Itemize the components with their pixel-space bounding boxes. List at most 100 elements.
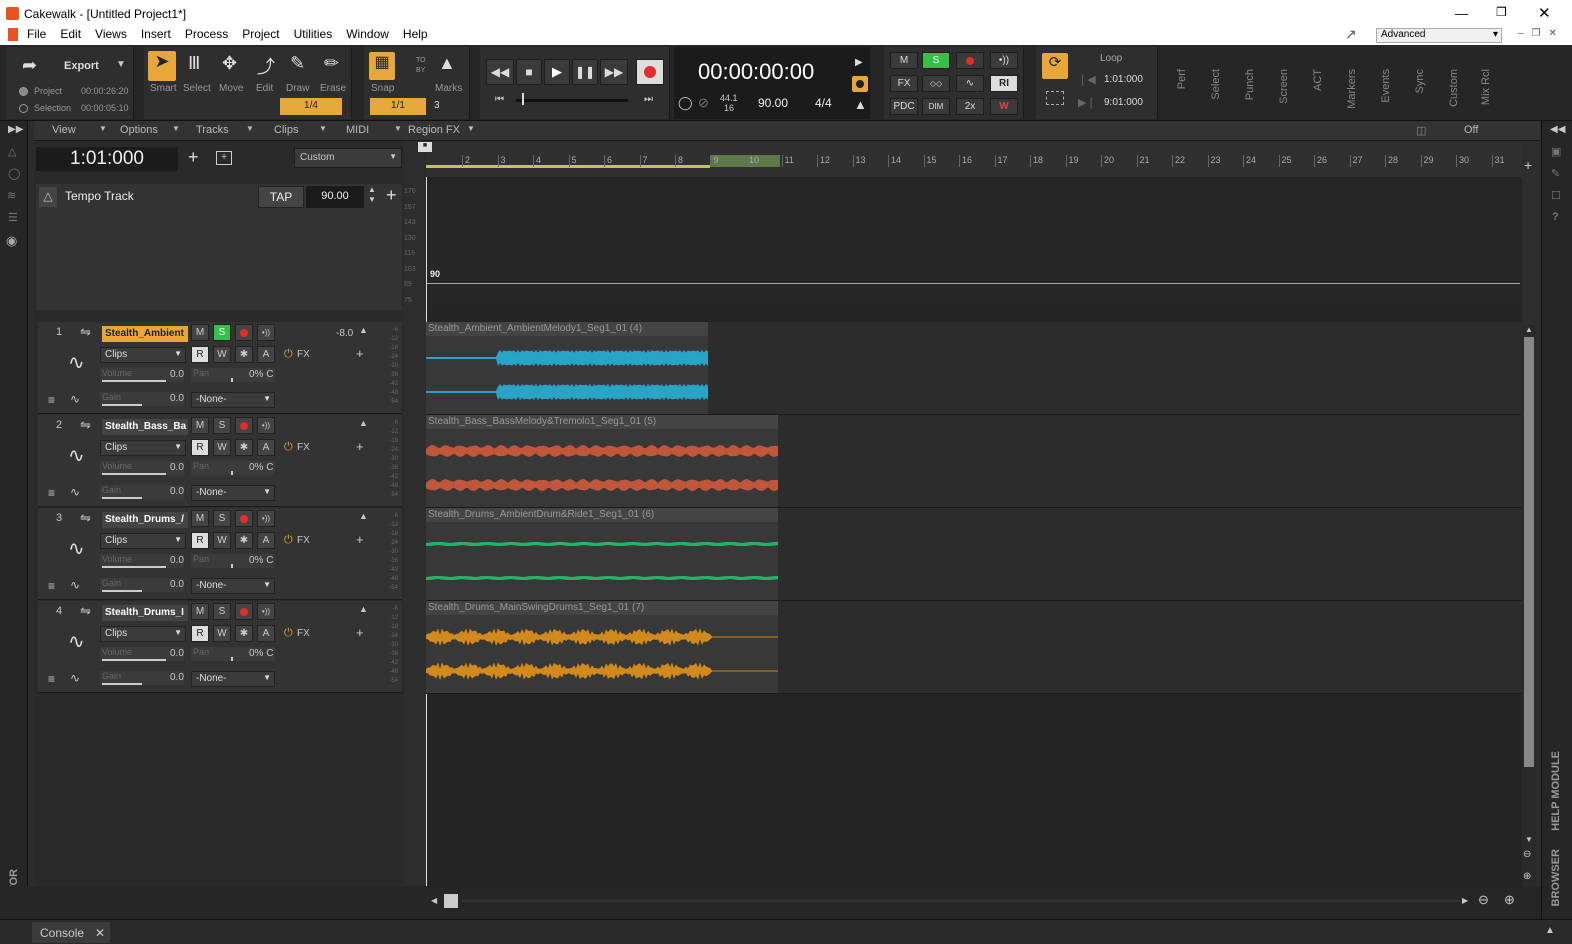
add-fx-icon[interactable]: + bbox=[356, 532, 364, 547]
freeze-icon[interactable]: ✱ bbox=[235, 532, 253, 549]
pan-thumb[interactable] bbox=[231, 471, 233, 475]
snap-grid-icon[interactable]: ▦ bbox=[369, 52, 395, 80]
edit-tool-icon[interactable]: ⤴ bbox=[257, 53, 275, 79]
freeze-icon[interactable]: ✱ bbox=[235, 439, 253, 456]
automation-lane-icon[interactable]: ∿ bbox=[70, 392, 80, 406]
list-icon[interactable]: ☰ bbox=[8, 211, 18, 224]
menu-views[interactable]: Views bbox=[95, 27, 127, 41]
midi-menu[interactable]: MIDI bbox=[346, 124, 369, 136]
record-arm-button[interactable] bbox=[235, 324, 253, 341]
workspace-preset-select[interactable]: Custom ▼ bbox=[294, 148, 402, 168]
add-fx-icon[interactable]: + bbox=[356, 439, 364, 454]
input-echo-icon[interactable]: •)) bbox=[257, 324, 275, 341]
vertical-scroll-thumb[interactable] bbox=[1524, 337, 1534, 767]
module-events[interactable]: Events bbox=[1380, 69, 1392, 103]
track-view-icon[interactable]: △ bbox=[8, 145, 16, 158]
track-settings-icon[interactable]: ⇋ bbox=[80, 510, 91, 526]
freeze-icon[interactable]: ✱ bbox=[235, 346, 253, 363]
track-name[interactable]: Stealth_Bass_Ba bbox=[102, 419, 188, 435]
module-markers[interactable]: Markers bbox=[1346, 69, 1358, 109]
collapse-track-icon[interactable]: ▲ bbox=[359, 325, 368, 335]
erase-tool-icon[interactable]: ✏ bbox=[324, 53, 339, 74]
track-options-icon[interactable]: ≡ bbox=[48, 393, 55, 407]
track-header[interactable]: 3 ⇋ Stealth_Drums_/M S •)) ▲ ∿ Clips ▼ R W ✱ A ⏻ FX + Vo… bbox=[38, 508, 402, 600]
zoom-in-vertical-icon[interactable]: ⊕ bbox=[1523, 871, 1531, 882]
fx-label[interactable]: FX bbox=[297, 535, 310, 546]
meter-display[interactable]: 4/4 bbox=[815, 96, 832, 110]
output-select[interactable]: -None- ▼ bbox=[191, 485, 275, 501]
go-to-start-icon[interactable]: ⏮ bbox=[495, 94, 504, 105]
module-act[interactable]: ACT bbox=[1312, 69, 1324, 91]
archive-button[interactable]: A bbox=[257, 439, 275, 456]
now-time-display[interactable]: 1:01:000 bbox=[36, 147, 178, 171]
link-icon[interactable]: ◇◇ bbox=[922, 75, 950, 92]
track-lane[interactable]: Stealth_Drums_AmbientDrum&Ride1_Seg1_01 … bbox=[426, 508, 1522, 601]
track-header[interactable]: 1 ⇋ Stealth_Ambient M S •)) -8.0 ▲ ∿ Clips ▼ R W ✱ A ⏻ F… bbox=[38, 322, 402, 414]
clips-select[interactable]: Clips ▼ bbox=[100, 347, 186, 363]
clips-select[interactable]: Clips ▼ bbox=[100, 440, 186, 456]
knob-icon[interactable]: ◉ bbox=[6, 233, 17, 249]
module-mix-recall[interactable]: Mix Rcl bbox=[1480, 69, 1492, 105]
output-select[interactable]: -None- ▼ bbox=[191, 671, 275, 687]
solo-button[interactable]: S bbox=[213, 324, 231, 341]
module-screen[interactable]: Screen bbox=[1278, 69, 1290, 104]
tempo-display[interactable]: 90.00 bbox=[758, 96, 788, 110]
track-name[interactable]: Stealth_Ambient bbox=[102, 326, 188, 342]
tap-tempo-button[interactable]: TAP bbox=[258, 186, 304, 208]
tempo-line[interactable] bbox=[426, 283, 1520, 284]
scroll-down-icon[interactable]: ▼ bbox=[1525, 835, 1533, 844]
mute-button[interactable]: M bbox=[191, 417, 209, 434]
menu-window[interactable]: Window bbox=[346, 27, 389, 41]
pan-thumb[interactable] bbox=[231, 564, 233, 568]
fx-bypass-button[interactable]: FX bbox=[890, 75, 918, 92]
plugin-browser-icon[interactable]: ✎ bbox=[1551, 167, 1560, 180]
scroll-left-icon[interactable]: ◀ bbox=[431, 896, 437, 905]
time-display[interactable]: 00:00:00:00 bbox=[698, 59, 814, 85]
module-punch[interactable]: Punch bbox=[1244, 69, 1256, 100]
play-marker-icon[interactable]: ▶ bbox=[855, 57, 863, 68]
clips-select[interactable]: Clips ▼ bbox=[100, 533, 186, 549]
position-thumb[interactable] bbox=[522, 93, 524, 105]
browser-tab[interactable]: BROWSER bbox=[1550, 849, 1562, 906]
track-options-icon[interactable]: ≡ bbox=[48, 486, 55, 500]
menu-edit[interactable]: Edit bbox=[60, 27, 81, 41]
track-options-icon[interactable]: ≡ bbox=[48, 672, 55, 686]
position-slider[interactable] bbox=[516, 99, 628, 102]
marks-icon[interactable]: ▲ bbox=[438, 53, 456, 74]
volume-thumb[interactable] bbox=[102, 659, 166, 661]
output-select[interactable]: -None- ▼ bbox=[191, 578, 275, 594]
menu-file[interactable]: File bbox=[27, 27, 46, 41]
track-name[interactable]: Stealth_Drums_/ bbox=[102, 512, 188, 528]
view-menu[interactable]: View bbox=[52, 124, 76, 136]
gain-thumb[interactable] bbox=[102, 683, 142, 685]
eq-icon[interactable]: ≋ bbox=[7, 189, 16, 202]
automation-lane-icon[interactable]: ∿ bbox=[70, 578, 80, 592]
close-icon[interactable]: ✕ bbox=[1538, 4, 1551, 22]
pan-thumb[interactable] bbox=[231, 657, 233, 661]
loop-audio-icon[interactable]: ◯ bbox=[678, 95, 693, 111]
close-icon[interactable]: ✕ bbox=[95, 926, 105, 940]
add-fx-icon[interactable]: + bbox=[356, 625, 364, 640]
read-automation-button[interactable]: R bbox=[191, 625, 209, 642]
write-automation-button[interactable]: W bbox=[213, 532, 231, 549]
ri-button[interactable]: RI bbox=[990, 75, 1018, 92]
select-tool-icon[interactable]: Ⅲ bbox=[188, 53, 200, 74]
snap-off-label[interactable]: Off bbox=[1464, 124, 1478, 136]
scroll-right-icon[interactable]: ▶ bbox=[1462, 896, 1468, 905]
fx-power-icon[interactable]: ⏻ bbox=[284, 627, 293, 640]
add-tempo-icon[interactable]: + bbox=[386, 185, 397, 206]
arm-all-button[interactable] bbox=[956, 52, 984, 69]
add-folder-icon[interactable]: + bbox=[216, 151, 232, 165]
vertical-scrollbar[interactable]: ▲ ▼ ⊖ ⊕ bbox=[1522, 325, 1536, 886]
audio-clip[interactable]: Stealth_Ambient_AmbientMelody1_Seg1_01 (… bbox=[426, 322, 708, 414]
minimize-icon[interactable]: — bbox=[1455, 6, 1468, 21]
audio-clip[interactable]: Stealth_Drums_MainSwingDrums1_Seg1_01 (7… bbox=[426, 601, 778, 693]
module-select[interactable]: Select bbox=[1210, 69, 1222, 100]
menu-project[interactable]: Project bbox=[242, 27, 279, 41]
output-select[interactable]: -None- ▼ bbox=[191, 392, 275, 408]
archive-button[interactable]: A bbox=[257, 532, 275, 549]
track-header[interactable]: 4 ⇋ Stealth_Drums_I M S •)) ▲ ∿ Clips ▼ R W ✱ A ⏻ FX + Vo… bbox=[38, 601, 402, 693]
tempo-stepper[interactable]: ▲ ▼ bbox=[368, 185, 376, 205]
zoom-in-icon[interactable]: ⊕ bbox=[1504, 892, 1515, 908]
region-fx-menu[interactable]: Region FX bbox=[408, 124, 460, 136]
